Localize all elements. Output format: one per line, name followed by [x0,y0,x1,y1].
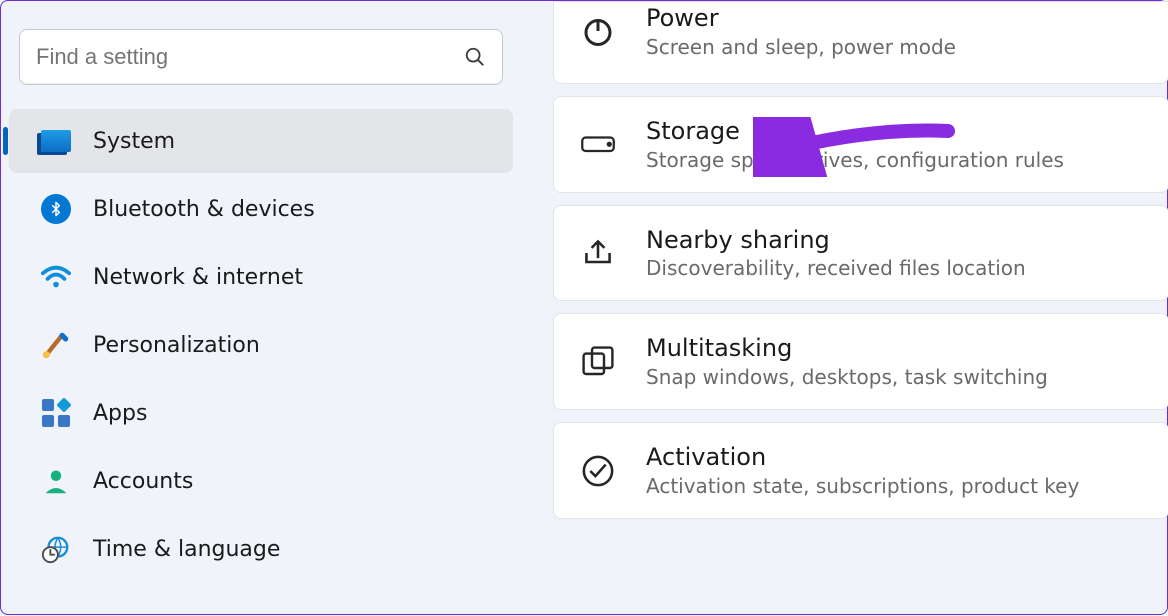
multitasking-icon [580,344,616,380]
search-input[interactable] [34,43,464,71]
settings-content: Power Screen and sleep, power mode Stora… [553,1,1168,616]
sidebar-item-network[interactable]: Network & internet [9,245,513,309]
sidebar-item-apps[interactable]: Apps [9,381,513,445]
sidebar-item-label: Time & language [93,537,280,562]
sidebar-item-system[interactable]: System [9,109,513,173]
card-storage[interactable]: Storage Storage space, drives, configura… [553,96,1168,193]
card-title: Power [646,4,956,33]
storage-icon [580,126,616,162]
card-subtitle: Activation state, subscriptions, product… [646,474,1079,498]
sidebar-item-label: Personalization [93,333,260,358]
card-title: Activation [646,443,1079,472]
card-title: Multitasking [646,334,1048,363]
system-icon [41,126,71,156]
activation-icon [580,453,616,489]
card-subtitle: Storage space, drives, configuration rul… [646,148,1064,172]
card-power[interactable]: Power Screen and sleep, power mode [553,1,1168,84]
sidebar-item-label: Network & internet [93,265,303,290]
bluetooth-icon [41,194,71,224]
search-box[interactable] [19,29,503,85]
card-subtitle: Discoverability, received files location [646,256,1026,280]
sidebar-item-bluetooth[interactable]: Bluetooth & devices [9,177,513,241]
sidebar-item-label: System [93,129,175,154]
card-subtitle: Screen and sleep, power mode [646,35,956,59]
card-subtitle: Snap windows, desktops, task switching [646,365,1048,389]
apps-icon [41,398,71,428]
sidebar-item-label: Apps [93,401,147,426]
share-icon [580,235,616,271]
card-nearby-sharing[interactable]: Nearby sharing Discoverability, received… [553,205,1168,302]
card-activation[interactable]: Activation Activation state, subscriptio… [553,422,1168,519]
sidebar-item-accounts[interactable]: Accounts [9,449,513,513]
paintbrush-icon [41,330,71,360]
card-title: Nearby sharing [646,226,1026,255]
card-title: Storage [646,117,1064,146]
wifi-icon [41,262,71,292]
sidebar-item-label: Accounts [93,469,193,494]
power-icon [580,13,616,49]
settings-sidebar: System Bluetooth & devices Network & int… [1,1,521,616]
sidebar-item-time-language[interactable]: Time & language [9,517,513,581]
globe-clock-icon [41,534,71,564]
sidebar-item-personalization[interactable]: Personalization [9,313,513,377]
nav-list: System Bluetooth & devices Network & int… [1,109,521,581]
card-multitasking[interactable]: Multitasking Snap windows, desktops, tas… [553,313,1168,410]
search-icon [464,46,486,68]
accounts-icon [41,466,71,496]
sidebar-item-label: Bluetooth & devices [93,197,315,222]
